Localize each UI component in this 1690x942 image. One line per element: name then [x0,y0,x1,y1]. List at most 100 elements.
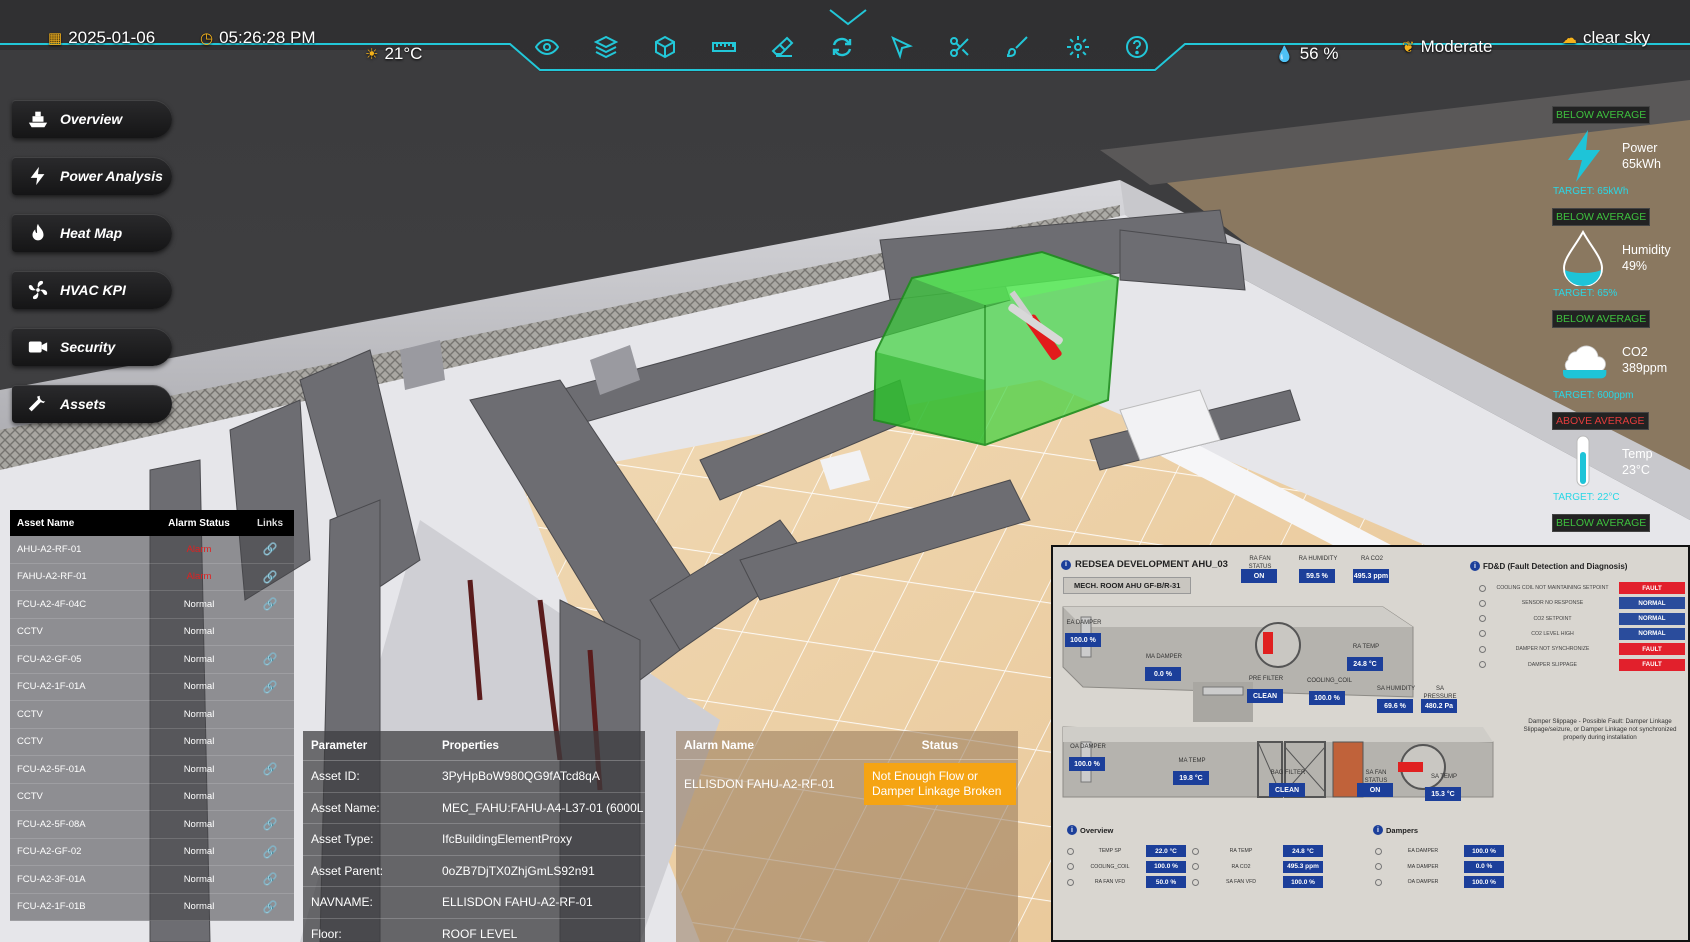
kpi-power[interactable]: BELOW AVERAGE Power 65kWh TARGET: 65kWh [1550,106,1690,208]
nav-security[interactable]: Security [12,328,172,366]
link-icon[interactable]: 🔗 [263,845,278,859]
eraser-icon[interactable] [766,32,799,62]
overview-value[interactable]: 100.0 % [1146,860,1186,873]
overview-label: COOLING_COIL [1090,863,1130,870]
table-row[interactable]: FCU-A2-1F-01A Normal 🔗 [10,673,294,701]
flame-icon [26,221,50,245]
link-icon[interactable]: 🔗 [263,570,278,584]
sensor-value[interactable]: 19.8 °C [1173,771,1209,785]
kpi-temp[interactable]: ABOVE AVERAGE Temp 23°C TARGET: 22°C [1550,412,1690,514]
fdd-row[interactable]: COOLING COIL NOT MAINTAINING SETPOINT FAU… [1473,581,1685,595]
top-bar: ▦ 2025-01-06 ◷ 05:26:28 PM ☀ 21°C 💧 56 %… [0,0,1690,80]
property-value: 3PyHpBoW980QG9fATcd8qA [442,769,600,784]
sensor-value[interactable]: 15.3 °C [1425,787,1461,801]
nav-assets[interactable]: Assets [12,385,172,423]
table-row[interactable]: FCU-A2-GF-02 Normal 🔗 [10,838,294,866]
overview-value[interactable]: 100.0 % [1283,876,1323,888]
sensor-value[interactable]: ON [1241,569,1277,583]
sensor-value[interactable]: 24.8 °C [1347,657,1383,671]
sensor-value[interactable]: 495.3 ppm [1353,569,1389,583]
sensor-value[interactable]: 100.0 % [1309,691,1345,705]
table-row[interactable]: FCU-A2-5F-08A Normal 🔗 [10,811,294,839]
kpi-co2[interactable]: BELOW AVERAGE CO2 389ppm TARGET: 600ppm [1550,310,1690,412]
property-key: NAVNAME: [311,895,373,910]
sensor-value[interactable]: 59.5 % [1299,569,1335,583]
status-dot-icon [1479,645,1486,653]
fdd-row[interactable]: CO2 SETPOINT NORMAL [1473,612,1685,626]
property-key: Asset ID: [311,769,360,784]
fdd-row[interactable]: DAMPER SLIPPAGE FAULT [1473,658,1685,672]
link-icon[interactable]: 🔗 [263,680,278,694]
sensor-value[interactable]: ON [1357,783,1393,797]
table-row[interactable]: FAHU-A2-RF-01 Alarm 🔗 [10,563,294,591]
ruler-icon[interactable] [707,32,740,62]
brush-icon[interactable] [1002,32,1035,62]
sensor-value[interactable]: 480.2 Pa [1421,699,1457,713]
property-value: MEC_FAHU:FAHU-A4-L37-01 (6000L : [442,800,645,815]
nav-power-analysis[interactable]: Power Analysis [12,157,172,195]
sensor-value[interactable]: CLEAN [1247,689,1283,703]
damper-value[interactable]: 100.0 % [1464,876,1504,888]
nav-heat-map[interactable]: Heat Map [12,214,172,252]
link-icon[interactable]: 🔗 [263,652,278,666]
fan-icon [26,278,50,302]
link-icon[interactable]: 🔗 [263,762,278,776]
sensor-value[interactable]: 0.0 % [1145,667,1181,681]
link-icon[interactable]: 🔗 [263,900,278,914]
help-icon[interactable] [1120,32,1153,62]
nav-overview[interactable]: Overview [12,100,172,138]
nav-hvac-kpi[interactable]: HVAC KPI [12,271,172,309]
alarm-row[interactable]: ELLISDON FAHU-A2-RF-01 Not Enough Flow o… [676,759,1018,807]
table-row[interactable]: CCTV Normal [10,701,294,729]
damper-row: EA DAMPER 100.0 % [1375,844,1525,858]
leaf-icon: ❦ [1402,39,1415,56]
table-row[interactable]: CCTV Normal [10,783,294,811]
table-row[interactable]: CCTV Normal [10,618,294,646]
info-icon: i [1373,825,1383,835]
link-icon[interactable]: 🔗 [263,817,278,831]
link-icon[interactable]: 🔗 [263,542,278,556]
damper-value[interactable]: 100.0 % [1464,845,1504,857]
sensor-label: MA DAMPER [1145,654,1182,660]
camera-icon [26,335,50,359]
sensor-value[interactable]: CLEAN [1269,783,1305,797]
asset-table: Asset Name Alarm Status Links AHU-A2-RF-… [10,510,294,921]
fdd-row[interactable]: SENSOR NO RESPONSE NORMAL [1473,596,1685,610]
damper-label: MA DAMPER [1407,863,1439,870]
status-dot-icon [1479,615,1486,623]
wrench-icon [26,392,50,416]
table-row[interactable]: CCTV Normal [10,728,294,756]
fdd-row[interactable]: CO2 LEVEL HIGH NORMAL [1473,627,1685,641]
scissors-icon[interactable] [943,32,976,62]
eye-icon[interactable] [530,32,563,62]
gear-icon[interactable] [1061,32,1094,62]
table-row[interactable]: FCU-A2-5F-01A Normal 🔗 [10,756,294,784]
overview-value[interactable]: 24.8 °C [1283,845,1323,857]
link-icon[interactable]: 🔗 [263,597,278,611]
table-row[interactable]: FCU-A2-1F-01B Normal 🔗 [10,893,294,921]
properties-header: Parameter Properties [303,731,645,761]
kpi-name: CO2 [1622,345,1648,359]
kpi-target: TARGET: 65% [1553,288,1618,299]
kpi-humidity[interactable]: BELOW AVERAGE Humidity 49% TARGET: 65% [1550,208,1690,310]
table-row[interactable]: FCU-A2-4F-04C Normal 🔗 [10,591,294,619]
sensor-value[interactable]: 69.6 % [1377,699,1413,713]
sensor-value[interactable]: 100.0 % [1069,757,1105,771]
table-row[interactable]: FCU-A2-3F-01A Normal 🔗 [10,866,294,894]
fdd-row[interactable]: DAMPER NOT SYNCHRONIZE FAULT [1473,642,1685,656]
table-row[interactable]: FCU-A2-GF-05 Normal 🔗 [10,646,294,674]
asset-name: CCTV [17,736,43,748]
rotate-icon[interactable] [825,32,858,62]
cube-icon[interactable] [648,32,681,62]
overview-value[interactable]: 50.0 % [1146,876,1186,888]
sensor-value[interactable]: 100.0 % [1065,633,1101,647]
overview-value[interactable]: 22.0 °C [1146,845,1186,857]
overview-value[interactable]: 495.3 ppm [1283,860,1323,873]
status-badge: BELOW AVERAGE [1552,106,1651,124]
status-badge: BELOW AVERAGE [1552,514,1651,532]
layers-icon[interactable] [589,32,622,62]
link-icon[interactable]: 🔗 [263,872,278,886]
table-row[interactable]: AHU-A2-RF-01 Alarm 🔗 [10,536,294,564]
cursor-icon[interactable] [884,32,917,62]
damper-value[interactable]: 0.0 % [1464,860,1504,873]
